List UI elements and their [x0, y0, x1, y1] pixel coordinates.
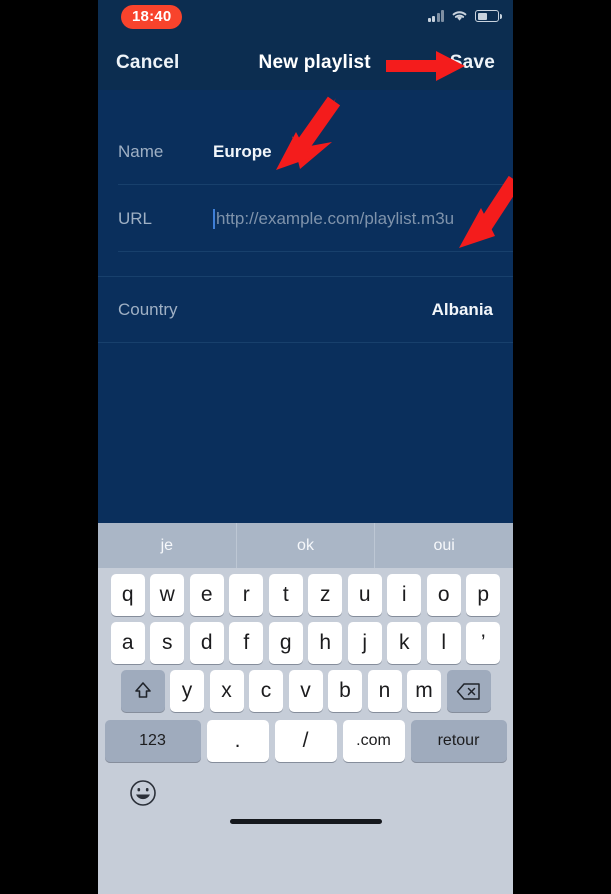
- key-x[interactable]: x: [209, 670, 244, 712]
- slash-key[interactable]: /: [274, 720, 337, 762]
- battery-icon: [475, 10, 502, 22]
- key-i[interactable]: i: [387, 574, 422, 616]
- wifi-icon: [452, 11, 467, 21]
- keyboard-row-2: a s d f g h j k l ’: [98, 616, 513, 664]
- backspace-key[interactable]: [446, 670, 491, 712]
- form-gap: [98, 252, 513, 276]
- key-n[interactable]: n: [367, 670, 402, 712]
- key-g[interactable]: g: [268, 622, 303, 664]
- key-p[interactable]: p: [466, 574, 501, 616]
- dotcom-key[interactable]: .com: [342, 720, 405, 762]
- form-row-url[interactable]: URL http://example.com/playlist.m3u: [98, 185, 513, 252]
- phone-screen: 18:40 Cancel New playlist Save Name Euro…: [98, 0, 513, 894]
- country-label: Country: [118, 299, 178, 319]
- key-apostrophe[interactable]: ’: [466, 622, 501, 664]
- suggestion-1[interactable]: je: [98, 523, 237, 568]
- home-indicator[interactable]: [229, 819, 382, 824]
- key-d[interactable]: d: [189, 622, 224, 664]
- key-u[interactable]: u: [347, 574, 382, 616]
- key-j[interactable]: j: [347, 622, 382, 664]
- keyboard-suggestion-bar: je ok oui: [98, 522, 513, 568]
- key-m[interactable]: m: [407, 670, 441, 712]
- url-label: URL: [118, 208, 153, 228]
- key-b[interactable]: b: [328, 670, 362, 712]
- key-q[interactable]: q: [110, 574, 145, 616]
- keyboard-bottom-bar: [98, 762, 513, 836]
- period-key[interactable]: .: [206, 720, 269, 762]
- form-row-country[interactable]: Country Albania: [98, 276, 513, 343]
- cellular-signal-icon: [427, 10, 444, 22]
- navigation-bar: Cancel New playlist Save: [98, 36, 513, 90]
- numbers-key[interactable]: 123: [104, 720, 201, 762]
- key-r[interactable]: r: [229, 574, 264, 616]
- form-row-name[interactable]: Name Europe: [98, 118, 513, 185]
- status-bar: 18:40: [98, 0, 513, 36]
- status-time-recording-pill: 18:40: [121, 5, 183, 29]
- nav-spacer: [98, 90, 513, 118]
- url-placeholder: http://example.com/playlist.m3u: [216, 208, 455, 228]
- key-z[interactable]: z: [308, 574, 343, 616]
- suggestion-3[interactable]: oui: [375, 523, 513, 568]
- key-c[interactable]: c: [249, 670, 283, 712]
- status-icons: [427, 9, 502, 22]
- key-t[interactable]: t: [268, 574, 303, 616]
- keyboard-row-1: q w e r t z u i o p: [98, 568, 513, 616]
- key-e[interactable]: e: [189, 574, 224, 616]
- key-a[interactable]: a: [110, 622, 145, 664]
- cancel-button[interactable]: Cancel: [116, 52, 180, 74]
- onscreen-keyboard: je ok oui q w e r t z u i o p a s d f g …: [98, 522, 513, 894]
- name-label: Name: [118, 141, 164, 161]
- key-f[interactable]: f: [229, 622, 264, 664]
- key-o[interactable]: o: [426, 574, 461, 616]
- save-button[interactable]: Save: [450, 52, 495, 74]
- emoji-smiley-icon: [130, 780, 156, 806]
- key-k[interactable]: k: [387, 622, 422, 664]
- suggestion-2[interactable]: ok: [237, 523, 376, 568]
- backspace-icon: [456, 682, 480, 700]
- url-input[interactable]: http://example.com/playlist.m3u: [213, 208, 493, 229]
- name-input[interactable]: Europe: [213, 142, 272, 162]
- key-s[interactable]: s: [150, 622, 185, 664]
- key-h[interactable]: h: [308, 622, 343, 664]
- keyboard-row-3: y x c v b n m: [98, 664, 513, 712]
- shift-key[interactable]: [120, 670, 165, 712]
- return-key[interactable]: retour: [410, 720, 507, 762]
- key-w[interactable]: w: [150, 574, 185, 616]
- country-value[interactable]: Albania: [432, 300, 493, 320]
- keyboard-row-4: 123 . / .com retour: [98, 712, 513, 762]
- key-y[interactable]: y: [170, 670, 204, 712]
- key-v[interactable]: v: [288, 670, 323, 712]
- shift-arrow-icon: [134, 682, 151, 698]
- text-cursor: [213, 208, 215, 229]
- page-title: New playlist: [258, 52, 371, 73]
- key-l[interactable]: l: [426, 622, 461, 664]
- playlist-form: Name Europe URL http://example.com/playl…: [98, 118, 513, 543]
- form-empty-space: [98, 343, 513, 543]
- emoji-key[interactable]: [128, 778, 158, 808]
